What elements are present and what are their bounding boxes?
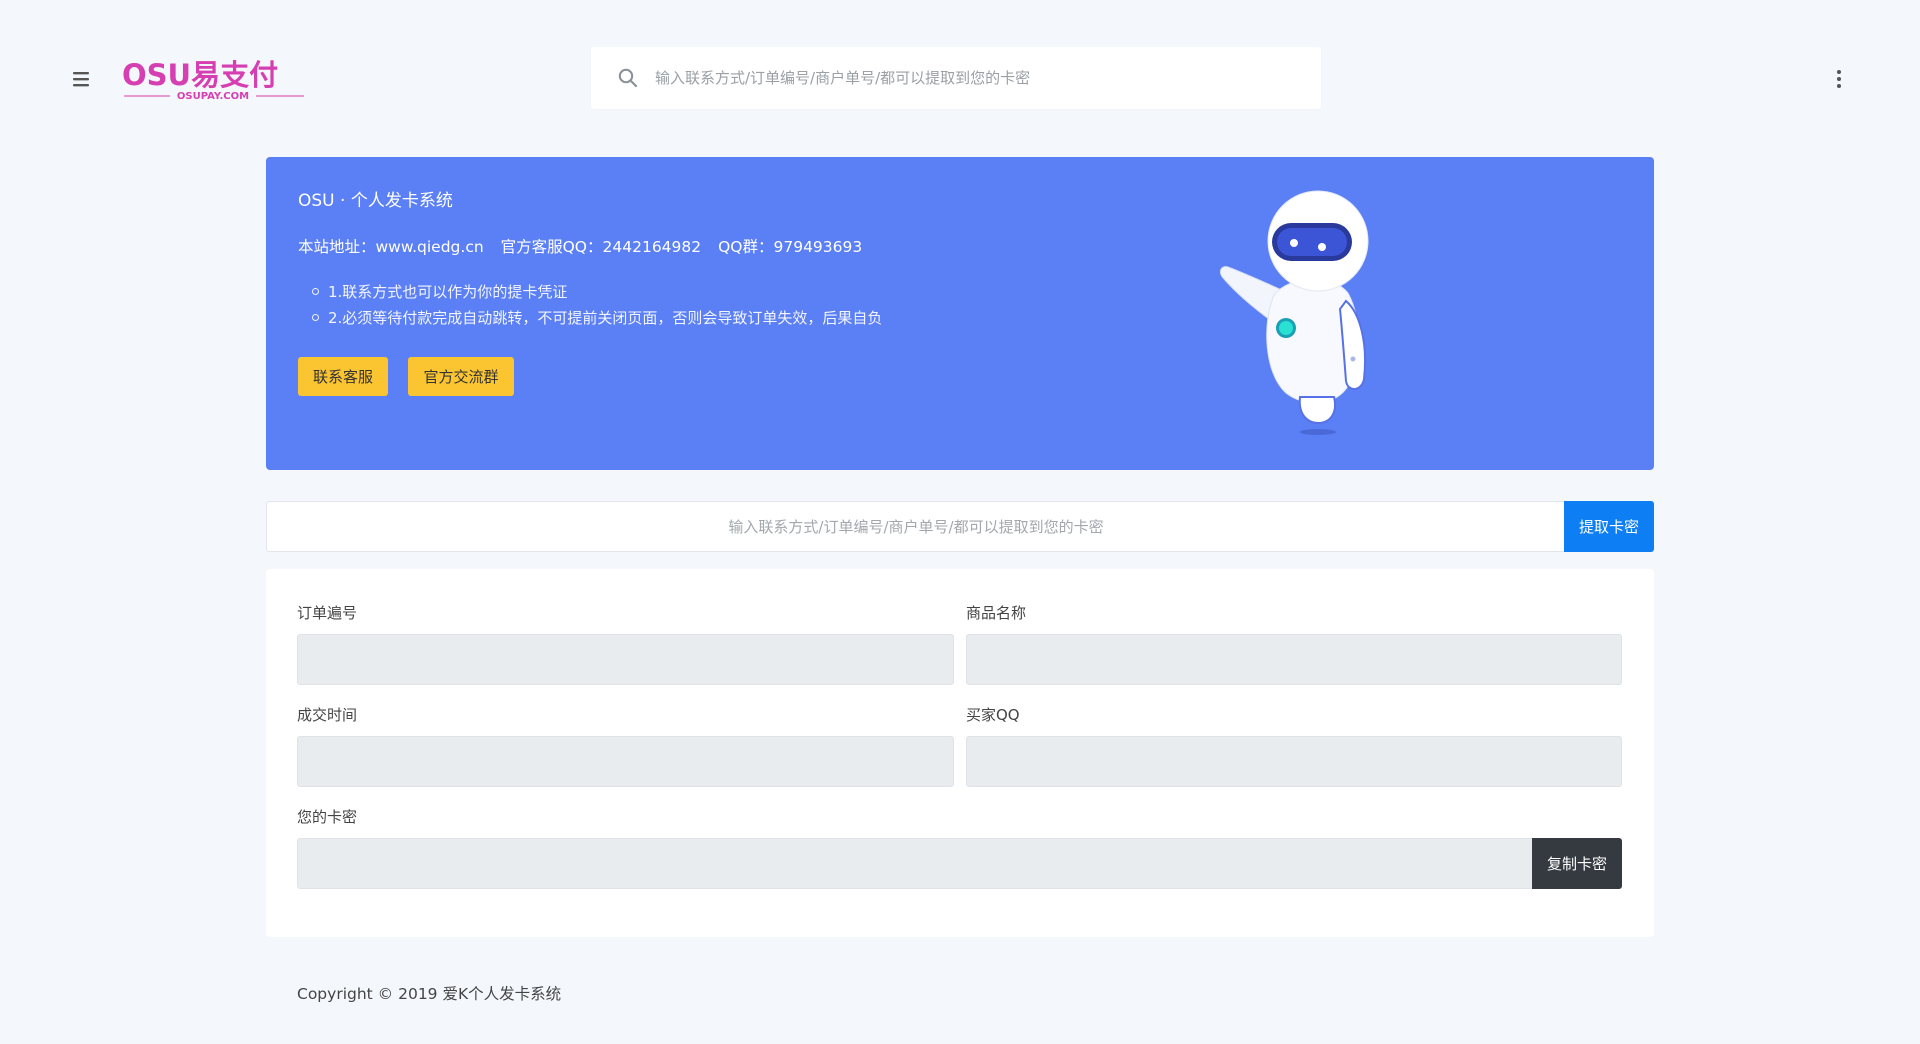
copy-card-button[interactable]: 复制卡密 [1532,838,1622,889]
qq-group: QQ群：979493693 [718,238,863,256]
card-secret-field[interactable] [297,838,1533,889]
top-header: OSU易支付 OSUPAY.COM [0,0,1920,157]
buyer-qq-field[interactable] [966,736,1622,787]
product-name-field[interactable] [966,634,1622,685]
extract-card-button[interactable]: 提取卡密 [1564,501,1654,552]
service-qq: 官方客服QQ：2442164982 [500,238,702,256]
extract-bar: 提取卡密 [266,501,1654,552]
trade-time-label: 成交时间 [297,706,358,724]
order-detail-card: 订单遍号 商品名称 成交时间 买家QQ 您的卡密 复制卡密 [266,569,1654,937]
order-number-label: 订单遍号 [297,604,358,622]
card-secret-label: 您的卡密 [297,808,358,826]
logo-main-text: OSU易支付 [122,58,278,92]
product-name-label: 商品名称 [966,604,1027,622]
header-search-input[interactable] [653,47,1303,109]
site-logo[interactable]: OSU易支付 OSUPAY.COM [120,55,306,105]
site-address: 本站地址：www.qiedg.cn [298,238,484,256]
footer-copyright: Copyright © 2019 爱K个人发卡系统 [297,985,562,1003]
more-vertical-icon[interactable] [1828,68,1850,90]
search-icon [617,67,639,89]
hero-title: OSU · 个人发卡系统 [298,191,453,211]
header-search [591,47,1321,109]
trade-time-field[interactable] [297,736,954,787]
robot-illustration [1214,183,1386,443]
extract-input[interactable] [267,502,1565,551]
site-info: 本站地址：www.qiedg.cn 官方客服QQ：2442164982 QQ群：… [298,235,874,257]
buyer-qq-label: 买家QQ [966,706,1020,724]
official-group-button[interactable]: 官方交流群 [408,357,514,396]
hamburger-menu-icon[interactable] [70,68,92,90]
notice-item: 2.必须等待付款完成自动跳转，不可提前关闭页面，否则会导致订单失效，后果自负 [311,305,882,331]
notice-item: 1.联系方式也可以作为你的提卡凭证 [311,279,882,305]
logo-sub-text: OSUPAY.COM [177,91,249,102]
order-number-field[interactable] [297,634,954,685]
notice-list: 1.联系方式也可以作为你的提卡凭证 2.必须等待付款完成自动跳转，不可提前关闭页… [298,279,882,331]
hero-banner: OSU · 个人发卡系统 本站地址：www.qiedg.cn 官方客服QQ：24… [266,157,1654,470]
contact-service-button[interactable]: 联系客服 [298,357,388,396]
